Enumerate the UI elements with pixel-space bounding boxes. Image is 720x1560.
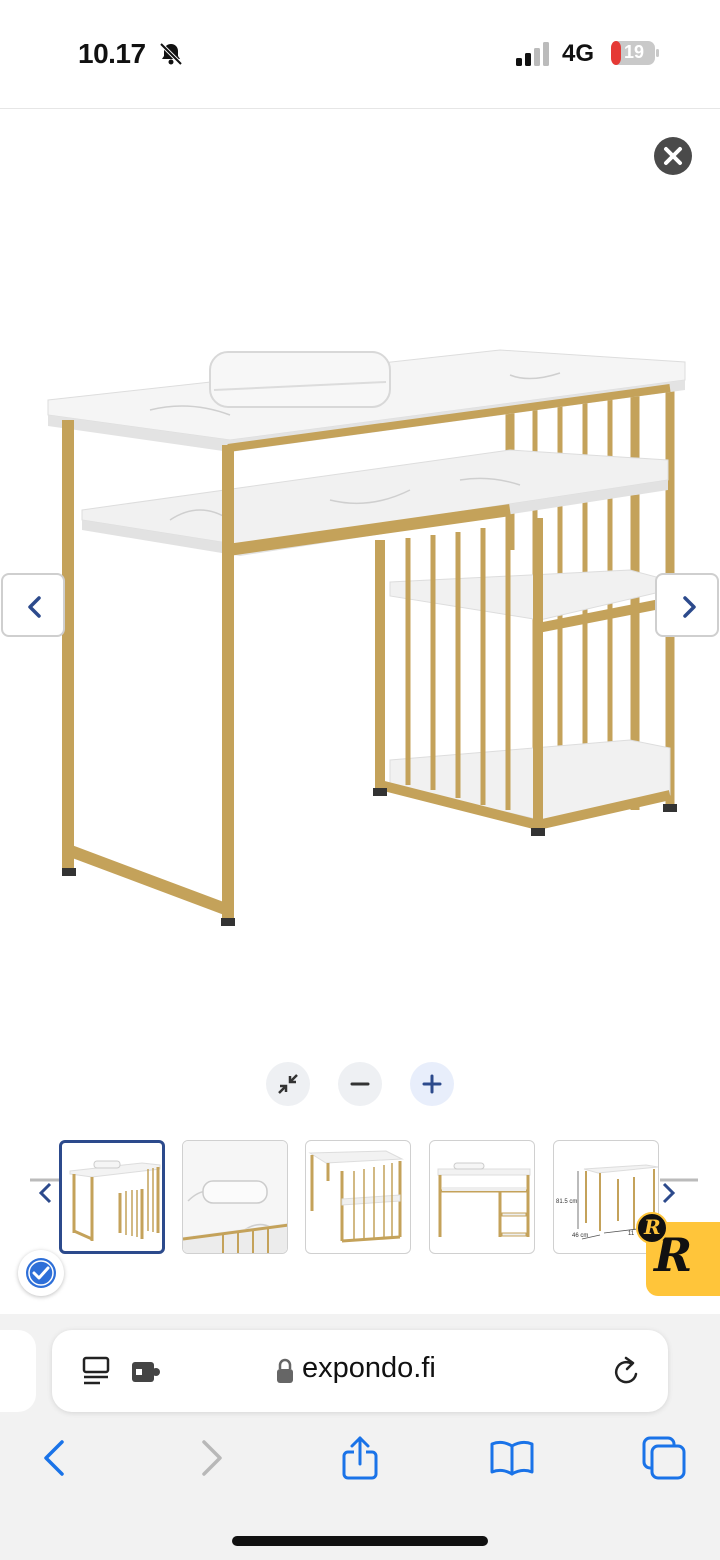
- lock-icon: [277, 1358, 293, 1383]
- network-type: 4G: [562, 40, 595, 67]
- plus-icon: [422, 1074, 442, 1094]
- close-button[interactable]: [654, 137, 692, 175]
- share-icon[interactable]: [336, 1434, 384, 1482]
- battery-level: 19: [623, 42, 645, 62]
- dimension-depth-label: 46 cm: [572, 1233, 588, 1239]
- collapse-icon: [278, 1074, 298, 1094]
- reload-icon[interactable]: [612, 1356, 642, 1388]
- checkmark-shield-icon: [26, 1258, 56, 1288]
- signal-icon: [516, 42, 549, 66]
- r-small-badge[interactable]: R: [636, 1212, 668, 1244]
- thumbnail-desk-image: [69, 1160, 161, 1241]
- thumbnail-2[interactable]: [182, 1140, 288, 1254]
- status-bar: 10.17 4G 19: [0, 0, 720, 108]
- url-text[interactable]: expondo.fi: [302, 1352, 436, 1385]
- status-time: 10.17: [78, 38, 146, 69]
- back-icon[interactable]: [32, 1434, 80, 1482]
- close-icon: [664, 147, 682, 165]
- browser-toolbar: expondo.fi: [0, 1314, 720, 1560]
- zoom-reset-button[interactable]: [266, 1062, 310, 1106]
- thumbnail-armrest-image: [183, 1141, 287, 1253]
- bell-muted-icon: [159, 42, 183, 66]
- thumbnails-prev-icon[interactable]: [30, 1178, 60, 1208]
- dimension-height-label: 81.5 cm: [556, 1199, 577, 1205]
- verified-badge[interactable]: [18, 1250, 64, 1296]
- bookmarks-icon[interactable]: [488, 1434, 536, 1482]
- thumbnail-1[interactable]: [59, 1140, 165, 1254]
- zoom-in-button[interactable]: [410, 1062, 454, 1106]
- chevron-left-icon: [28, 596, 41, 618]
- address-bar[interactable]: expondo.fi: [52, 1330, 668, 1412]
- tabs-icon[interactable]: [640, 1434, 688, 1482]
- reader-icon[interactable]: [82, 1356, 112, 1386]
- thumbnail-4[interactable]: [429, 1140, 535, 1254]
- previous-image-button[interactable]: [1, 573, 65, 637]
- forward-icon[interactable]: [186, 1434, 234, 1482]
- next-image-button[interactable]: [655, 573, 719, 637]
- chevron-right-icon: [683, 596, 696, 618]
- thumbnail-front-image: [437, 1162, 531, 1237]
- product-image[interactable]: [30, 320, 700, 960]
- thumbnail-3[interactable]: [305, 1140, 411, 1254]
- dimension-width-label: 11: [628, 1231, 635, 1237]
- zoom-out-button[interactable]: [338, 1062, 382, 1106]
- minus-icon: [350, 1082, 370, 1086]
- thumbnail-side-image: [308, 1150, 404, 1243]
- previous-tab-stub[interactable]: [0, 1330, 36, 1412]
- thumbnails-next-icon[interactable]: [660, 1178, 698, 1208]
- home-indicator[interactable]: [232, 1536, 488, 1546]
- extension-icon[interactable]: [130, 1360, 162, 1384]
- r-small-letter: R: [644, 1215, 661, 1239]
